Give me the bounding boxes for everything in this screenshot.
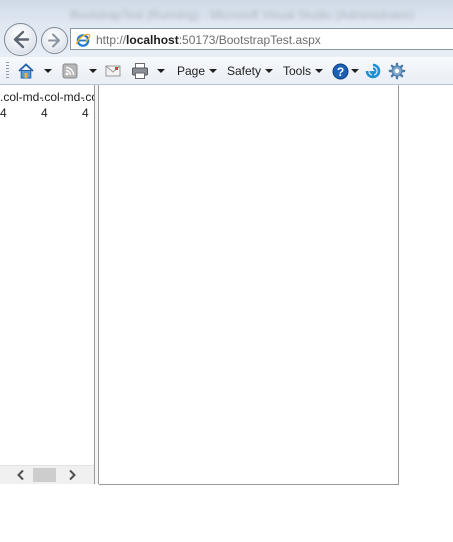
page-menu-label: Page — [177, 64, 206, 78]
tools-menu-label: Tools — [283, 64, 312, 78]
horizontal-scrollbar[interactable] — [0, 465, 95, 484]
safety-menu-label: Safety — [227, 64, 262, 78]
home-icon — [18, 63, 34, 79]
arrow-right-icon — [48, 33, 60, 48]
mail-icon — [105, 65, 121, 77]
chevron-down-icon — [351, 69, 359, 73]
mail-button[interactable] — [105, 61, 121, 81]
help-menu[interactable]: ? — [332, 61, 359, 81]
chevron-down-icon — [44, 69, 52, 73]
sync-button[interactable] — [364, 61, 382, 81]
feeds-icon — [62, 63, 78, 79]
forward-button[interactable] — [41, 27, 68, 54]
scroll-right-icon[interactable] — [65, 468, 79, 482]
browser-chrome: BootstrapTest (Running) - Microsoft Visu… — [0, 0, 453, 57]
settings-button[interactable] — [388, 61, 406, 81]
url-path: :50173/BootstrapTest.aspx — [178, 33, 321, 47]
url-host: localhost — [126, 33, 179, 47]
settings-icon — [388, 62, 406, 80]
chevron-down-icon — [315, 69, 324, 73]
scroll-left-icon[interactable] — [14, 468, 28, 482]
chevron-down-icon — [265, 69, 274, 73]
help-icon: ? — [332, 63, 349, 79]
sync-icon — [365, 63, 381, 79]
window-title: BootstrapTest (Running) - Microsoft Visu… — [70, 8, 414, 22]
url-text: http://localhost:50173/BootstrapTest.asp… — [96, 33, 321, 47]
ie-logo-icon — [75, 33, 91, 47]
scroll-thumb[interactable] — [33, 468, 56, 482]
right-frame — [99, 85, 399, 485]
grid-column-2: .col-md-4 — [41, 90, 85, 120]
grid-column-1: .col-md-4 — [0, 90, 44, 120]
command-bar: Page Safety Tools ? — [0, 57, 453, 85]
tools-menu[interactable]: Tools — [283, 61, 324, 81]
chevron-down-icon — [209, 69, 218, 73]
svg-text:?: ? — [337, 64, 344, 78]
home-button[interactable] — [17, 61, 35, 81]
print-icon — [132, 63, 148, 79]
feeds-button[interactable] — [62, 61, 78, 81]
arrow-left-icon — [13, 30, 30, 49]
safety-menu[interactable]: Safety — [227, 61, 274, 81]
chevron-down-icon — [89, 69, 97, 73]
print-button[interactable] — [131, 61, 149, 81]
url-prefix: http:// — [96, 33, 127, 47]
address-bar[interactable]: http://localhost:50173/BootstrapTest.asp… — [70, 28, 453, 50]
page-content: .col-md-4 .col-md-4 .col-md-4 — [0, 85, 453, 542]
home-dropdown[interactable] — [40, 61, 52, 81]
page-menu[interactable]: Page — [177, 61, 218, 81]
print-dropdown[interactable] — [153, 61, 165, 81]
toolbar-grip[interactable] — [6, 62, 9, 80]
feeds-dropdown[interactable] — [85, 61, 97, 81]
back-button[interactable] — [4, 23, 37, 56]
left-frame: .col-md-4 .col-md-4 .col-md-4 — [0, 85, 95, 484]
chevron-down-icon — [157, 69, 165, 73]
